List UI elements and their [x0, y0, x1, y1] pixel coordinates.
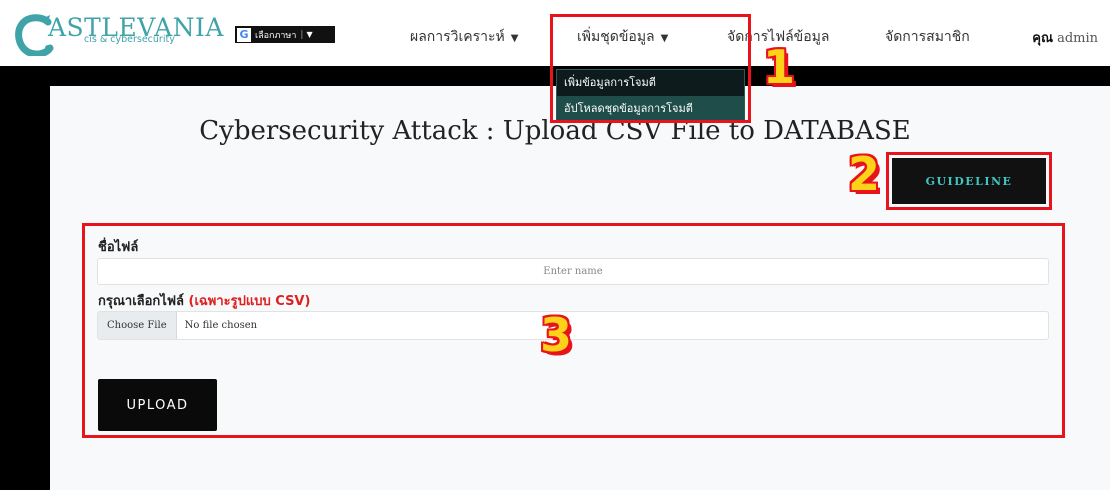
google-g-icon: G	[237, 27, 251, 42]
dropdown-arrow-icon: ▼	[306, 30, 313, 39]
top-navbar: ASTLEVANIA cis & cybersecurity G เลือกภา…	[0, 0, 1110, 66]
file-select-label-text: กรุณาเลือกไฟล์	[98, 294, 185, 309]
nav-item-add-dataset-label: เพิ่มชุดข้อมูล	[577, 29, 655, 45]
annotation-number-3: 3	[540, 308, 573, 362]
user-name: admin	[1057, 31, 1098, 46]
nav-item-manage-members[interactable]: จัดการสมาชิก	[885, 26, 970, 48]
nav-item-add-dataset[interactable]: เพิ่มชุดข้อมูล ▼	[577, 26, 668, 48]
caret-down-icon: ▼	[660, 33, 669, 44]
language-select[interactable]: G เลือกภาษา | ▼	[235, 26, 335, 43]
language-select-separator: |	[300, 29, 304, 40]
dropdown-item-add-attack[interactable]: เพิ่มข้อมูลการโจมตี	[557, 70, 744, 96]
dropdown-item-upload-attack-dataset[interactable]: อัปโหลดชุดข้อมูลการโจมตี	[557, 96, 744, 122]
user-menu[interactable]: คุณ admin	[1032, 27, 1098, 48]
annotation-number-2: 2	[848, 147, 881, 201]
file-input[interactable]: Choose File No file chosen	[97, 311, 1049, 340]
caret-down-icon: ▼	[510, 33, 519, 44]
logo-subtitle: cis & cybersecurity	[84, 34, 175, 45]
add-dataset-dropdown: เพิ่มข้อมูลการโจมตี อัปโหลดชุดข้อมูลการโ…	[556, 69, 745, 123]
annotation-number-1: 1	[763, 40, 796, 94]
file-name-label: ชื่อไฟล์	[98, 240, 139, 255]
file-name-input[interactable]	[97, 258, 1049, 285]
nav-item-analysis-label: ผลการวิเคราะห์	[410, 29, 505, 45]
file-select-label: กรุณาเลือกไฟล์ (เฉพาะรูปแบบ CSV)	[98, 290, 310, 311]
guideline-button[interactable]: GUIDELINE	[892, 158, 1046, 204]
choose-file-button[interactable]: Choose File	[98, 312, 177, 339]
file-status-text: No file chosen	[184, 320, 258, 331]
logo-c-mark	[14, 14, 54, 58]
user-prefix: คุณ	[1032, 31, 1054, 46]
language-select-label: เลือกภาษา	[255, 30, 297, 41]
page-title: Cybersecurity Attack : Upload CSV File t…	[199, 116, 911, 146]
csv-only-note: (เฉพาะรูปแบบ CSV)	[188, 294, 311, 309]
upload-button[interactable]: UPLOAD	[98, 379, 217, 431]
nav-item-analysis[interactable]: ผลการวิเคราะห์ ▼	[410, 26, 518, 48]
nav-item-manage-members-label: จัดการสมาชิก	[885, 29, 970, 45]
